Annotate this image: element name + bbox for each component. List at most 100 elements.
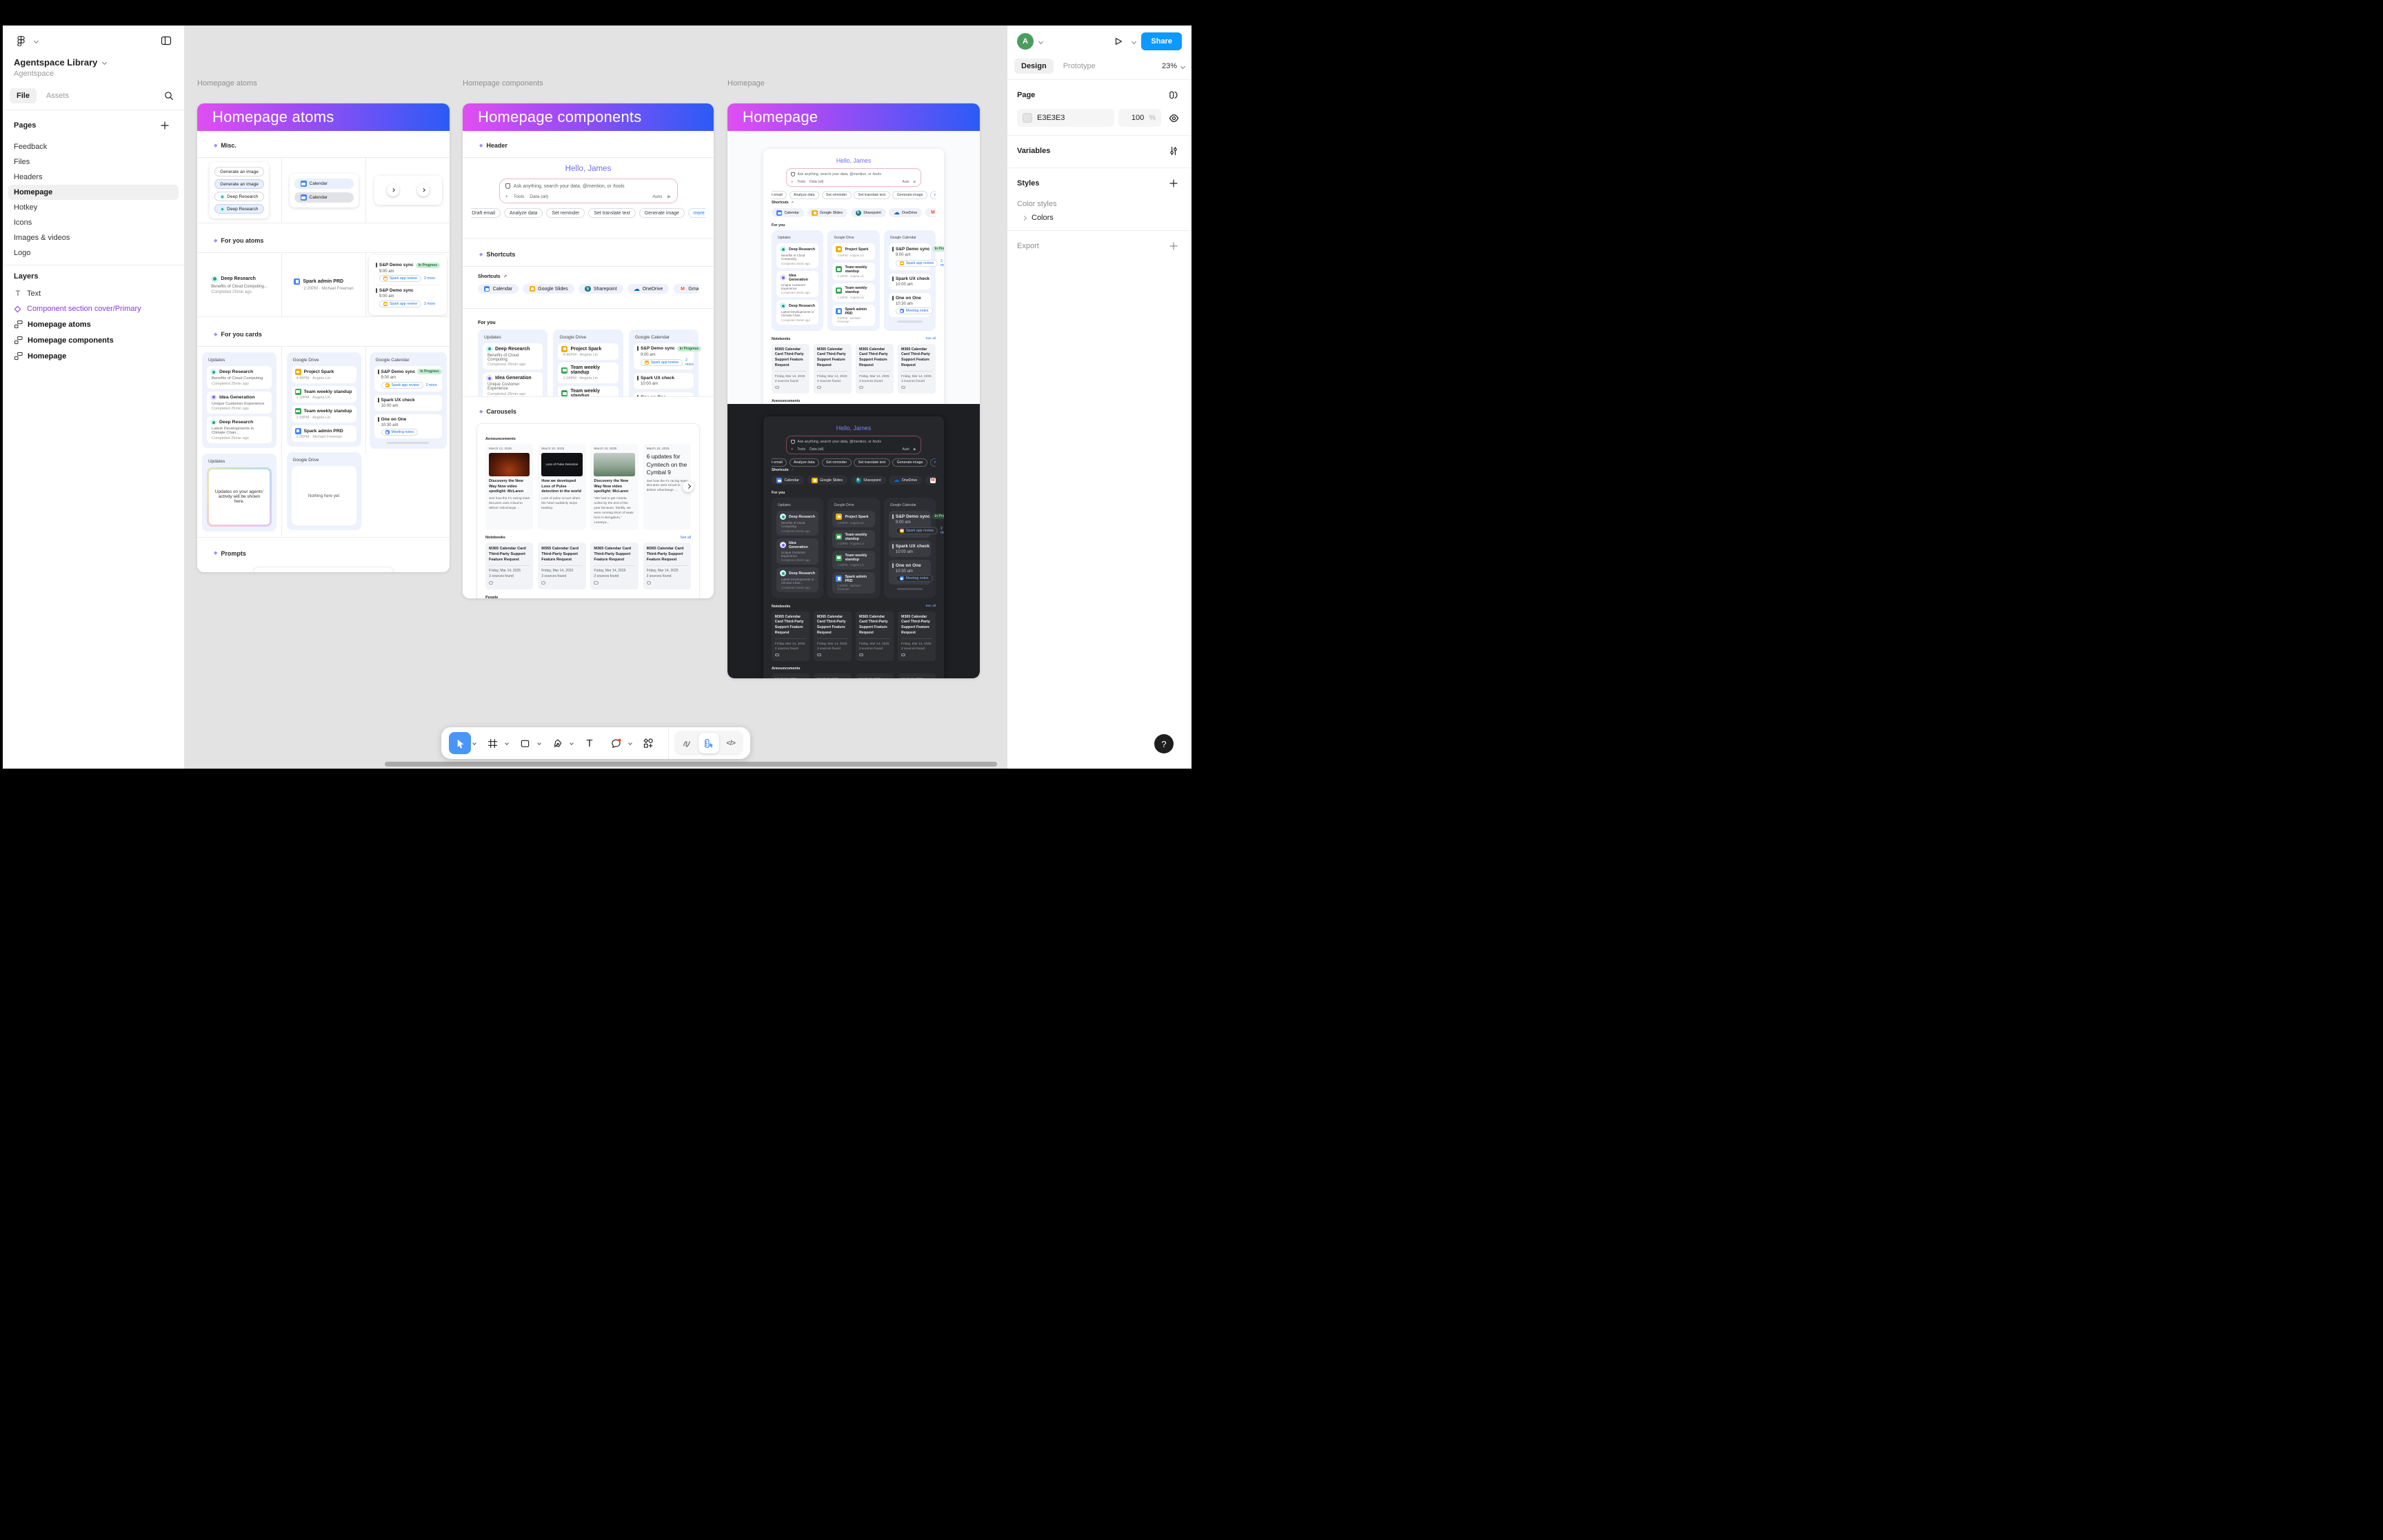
variables-icon[interactable] — [1165, 143, 1182, 159]
quick-chip[interactable]: Set reminder — [822, 191, 852, 199]
data-source-button[interactable]: Data (all) — [810, 180, 823, 184]
horizontal-scrollbar[interactable] — [385, 762, 997, 767]
drive-item[interactable]: Spark admin PRD 2:20PM · Michael Freeman — [292, 425, 356, 443]
notebook-card[interactable]: M365 Calendar Card Third-Party Support F… — [856, 611, 894, 661]
drive-item[interactable]: Team weekly standup 1:18PM · Angela Lin — [832, 263, 874, 281]
page-item[interactable]: Headers — [8, 170, 179, 185]
announcement-card[interactable]: March 10, 2025 Loss of Pulse Detection H… — [814, 673, 852, 678]
project-name[interactable]: Agentspace — [14, 70, 173, 78]
quick-chip[interactable]: Generate image — [639, 208, 685, 218]
shortcut-chip[interactable]: Calendar — [478, 284, 519, 294]
drive-item[interactable]: Team weekly standup 1:18PM · Angela Lin — [292, 386, 356, 403]
quick-chip[interactable]: Set translate text — [854, 458, 889, 467]
calendar-event[interactable]: S&P Demo syncIn Progress 9:00 am Spark a… — [889, 511, 931, 538]
announcement-card[interactable]: March 12, 2025 Discovery the New Way Now… — [485, 444, 533, 529]
ask-anything-input[interactable]: Ask anything, search your data, @mention… — [786, 436, 921, 454]
section-shortcuts[interactable]: Shortcuts — [486, 251, 515, 258]
update-item[interactable]: Deep Research Benefits of Cloud Computin… — [776, 511, 818, 536]
update-item[interactable]: Deep Research Benefits of Cloud Computin… — [483, 343, 543, 370]
drive-item[interactable]: Team weekly standup 1:18PM · Angela Lin — [832, 530, 874, 549]
send-icon[interactable]: ▶ — [914, 447, 916, 452]
frame-tool-button[interactable] — [481, 732, 503, 754]
share-button[interactable]: Share — [1141, 32, 1182, 50]
section-misc[interactable]: Misc. — [221, 142, 237, 149]
shortcut-chip[interactable]: Gmail — [925, 208, 936, 217]
calendar-event[interactable]: One on One 10:30 am Meeting notes — [889, 292, 931, 318]
pen-tool-chevron[interactable] — [570, 741, 574, 745]
add-style-icon[interactable] — [1165, 175, 1182, 192]
update-item[interactable]: Deep Research Latest Developments in Cli… — [207, 416, 272, 443]
shape-tool-button[interactable] — [514, 732, 536, 754]
section-for-you-atoms[interactable]: For you atoms — [221, 237, 263, 244]
shortcut-chip[interactable]: Google Slides — [807, 476, 847, 485]
for-you-component[interactable]: For you Updates Deep Research Benefits o… — [463, 309, 714, 397]
frame-label-components[interactable]: Homepage components — [463, 79, 543, 88]
see-all-link[interactable]: See all — [925, 337, 936, 341]
present-icon[interactable] — [1110, 33, 1127, 50]
atom-pill[interactable]: Generate an image — [214, 167, 264, 176]
notebook-card[interactable]: M365 Calendar Card Third-Party Support F… — [814, 344, 852, 394]
calendar-event[interactable]: One on One 10:30 am Meeting notes — [374, 414, 442, 439]
updates-card[interactable]: Updates Deep Research Benefits of Cloud … — [772, 230, 823, 331]
calendar-event[interactable]: S&P Demo syncIn Progress 9:00 am Spark a… — [374, 260, 441, 285]
quick-chip[interactable]: Set translate text — [854, 191, 889, 199]
open-external-icon[interactable]: ↗ — [791, 201, 794, 205]
announcement-card[interactable]: March 10, 2025 Loss of Pulse Detection H… — [538, 444, 585, 529]
shortcut-chip[interactable]: Calendar — [772, 476, 804, 485]
move-tool-chevron[interactable] — [472, 741, 476, 745]
zoom-level-select[interactable]: 23% — [1162, 62, 1185, 70]
search-icon[interactable] — [161, 88, 177, 104]
notebook-card[interactable]: M365 Calendar Card Third-Party Support F… — [538, 543, 585, 589]
shortcut-chip[interactable]: Sharepoint — [579, 284, 623, 294]
update-item[interactable]: Deep Research Benefits of Cloud Computin… — [776, 243, 818, 268]
page-item[interactable]: Hotkey — [8, 200, 179, 215]
shortcut-chip[interactable]: OneDrive — [627, 284, 669, 294]
quick-chip[interactable]: Set translate text — [588, 208, 636, 218]
google-calendar-card[interactable]: Google Calendar S&P Demo syncIn Progress… — [884, 498, 936, 598]
announcement-card[interactable]: March 10, 2025 Discovery the New Way Now… — [856, 673, 894, 678]
quick-chip[interactable]: more — [930, 191, 936, 199]
add-icon[interactable]: + — [791, 180, 793, 184]
quick-chip[interactable]: Analyze data — [504, 208, 543, 218]
shortcut-chip[interactable]: Sharepoint — [851, 208, 886, 217]
updates-card[interactable]: Updates Deep Research Benefits of Cloud … — [202, 352, 276, 448]
notebook-card[interactable]: M365 Calendar Card Third-Party Support F… — [485, 543, 533, 589]
update-item[interactable]: Deep Research Benefits of Cloud Computin… — [207, 366, 272, 389]
layer-section[interactable]: Homepage — [8, 348, 179, 364]
drive-item[interactable]: Project Spark 4:40PM · Angela Lin — [558, 343, 618, 361]
card-scrollbar[interactable] — [897, 588, 923, 590]
notebook-card[interactable]: M365 Calendar Card Third-Party Support F… — [814, 611, 852, 661]
card-scrollbar[interactable] — [897, 321, 923, 323]
chevron-right-button[interactable] — [387, 184, 399, 196]
notebook-card[interactable]: M365 Calendar Card Third-Party Support F… — [643, 543, 691, 589]
calendar-chip[interactable]: Calendar — [294, 192, 354, 203]
shortcut-chip[interactable]: OneDrive — [889, 476, 922, 485]
frame-homepage-components[interactable]: Homepage components ◆Header Hello, James… — [463, 103, 714, 598]
google-drive-card[interactable]: Google Drive Project Spark 4:40PM · Ange… — [553, 330, 623, 397]
auto-mode-button[interactable]: Auto — [652, 194, 662, 199]
comment-tool-button[interactable] — [605, 732, 627, 754]
page-opacity-field[interactable]: 100 % — [1118, 109, 1161, 127]
announcement-card[interactable]: March 12, 2025 Discovery the New Way Now… — [772, 673, 810, 678]
calendar-atom-card[interactable]: S&P Demo syncIn Progress 9:00 am Spark a… — [369, 255, 447, 315]
notebook-card[interactable]: M365 Calendar Card Third-Party Support F… — [898, 344, 936, 394]
tools-button[interactable]: Tools — [514, 194, 525, 199]
drive-empty-card[interactable]: Google Drive Nothing here yet — [287, 452, 361, 530]
shortcut-chip[interactable]: Google Slides — [523, 284, 574, 294]
carousel-next-button[interactable] — [683, 481, 694, 492]
update-item[interactable]: Idea Generation Unique Customer Experien… — [207, 392, 272, 414]
pen-tool-button[interactable] — [546, 732, 568, 754]
add-icon[interactable]: + — [505, 194, 508, 199]
see-all-link[interactable]: See all — [681, 536, 691, 540]
layer-component[interactable]: Component section cover/Primary — [8, 301, 179, 316]
drive-item[interactable]: Team weekly standup 1:18PM · Angela Lin — [832, 283, 874, 302]
quick-chip[interactable]: more — [688, 208, 705, 218]
tab-file[interactable]: File — [10, 88, 37, 103]
page-color-field[interactable]: E3E3E3 — [1017, 109, 1114, 127]
auto-mode-button[interactable]: Auto — [902, 180, 909, 184]
chevron-down-icon[interactable] — [1038, 39, 1043, 43]
shortcut-chip[interactable]: Gmail — [674, 284, 698, 294]
layer-section[interactable]: Homepage components — [8, 332, 179, 348]
quick-chip[interactable]: Set reminder — [546, 208, 585, 218]
help-button[interactable]: ? — [1154, 734, 1174, 753]
